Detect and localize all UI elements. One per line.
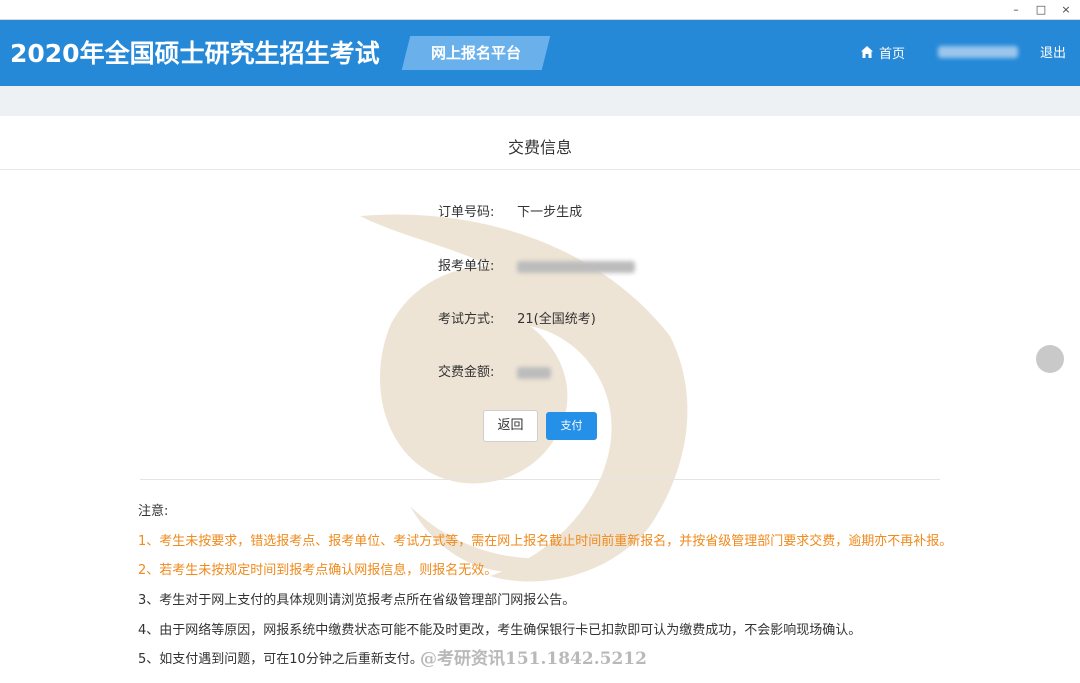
fee-amount-label: 交费金额: [438, 365, 495, 380]
exam-method-row: 考试方式: 21(全国统考) [438, 311, 596, 329]
close-icon[interactable]: × [1053, 0, 1079, 20]
exam-method-label: 考试方式: [438, 312, 495, 327]
note-item-4: 4、由于网络等原因，网报系统中缴费状态可能不能及时更改，考生确保银行卡已扣款即可… [138, 623, 862, 638]
fee-amount-row: 交费金额: [438, 364, 552, 382]
divider [140, 479, 940, 480]
home-link[interactable]: 首页 [860, 42, 905, 62]
site-header: 2020年全国硕士研究生招生考试 网上报名平台 首页 退出 [0, 20, 1080, 86]
floating-button[interactable] [1036, 345, 1064, 373]
username-redacted [938, 46, 1018, 58]
note-item-5: 5、如支付遇到问题，可在10分钟之后重新支付。 [138, 652, 423, 667]
platform-tag: 网上报名平台 [430, 44, 521, 62]
card-header: 交费信息 [0, 116, 1080, 170]
card-title: 交费信息 [507, 138, 572, 157]
note-item-1: 1、考生未按要求，错选报考点、报考单位、考试方式等，需在网上报名截止时间前重新报… [138, 534, 953, 549]
order-number-row: 订单号码: 下一步生成 [438, 204, 582, 222]
minimize-icon[interactable]: – [1003, 0, 1029, 20]
note-item-3: 3、考生对于网上支付的具体规则请浏览报考点所在省级管理部门网报公告。 [138, 593, 576, 608]
home-label: 首页 [879, 46, 906, 62]
window-titlebar: – □ × [0, 0, 1080, 20]
maximize-icon[interactable]: □ [1028, 0, 1054, 20]
note-item-2: 2、若考生未按规定时间到报考点确认网报信息，则报名无效。 [138, 563, 498, 578]
order-number-value: 下一步生成 [517, 205, 583, 220]
order-number-label: 订单号码: [438, 205, 495, 220]
institution-row: 报考单位: [438, 258, 636, 276]
notes-title: 注意: [138, 504, 169, 519]
institution-label: 报考单位: [438, 259, 495, 274]
exam-method-value: 21(全国统考) [517, 312, 596, 327]
home-icon [861, 46, 873, 58]
back-button[interactable]: 返回 [483, 410, 538, 442]
fee-amount-value-redacted [517, 366, 552, 379]
institution-value-redacted [517, 260, 636, 273]
promo-watermark-text: @考研资讯151.1842.5212 [420, 649, 647, 669]
logout-link[interactable]: 退出 [1040, 42, 1066, 61]
site-title: 2020年全国硕士研究生招生考试 [10, 39, 380, 68]
pay-button[interactable]: 支付 [546, 412, 597, 440]
